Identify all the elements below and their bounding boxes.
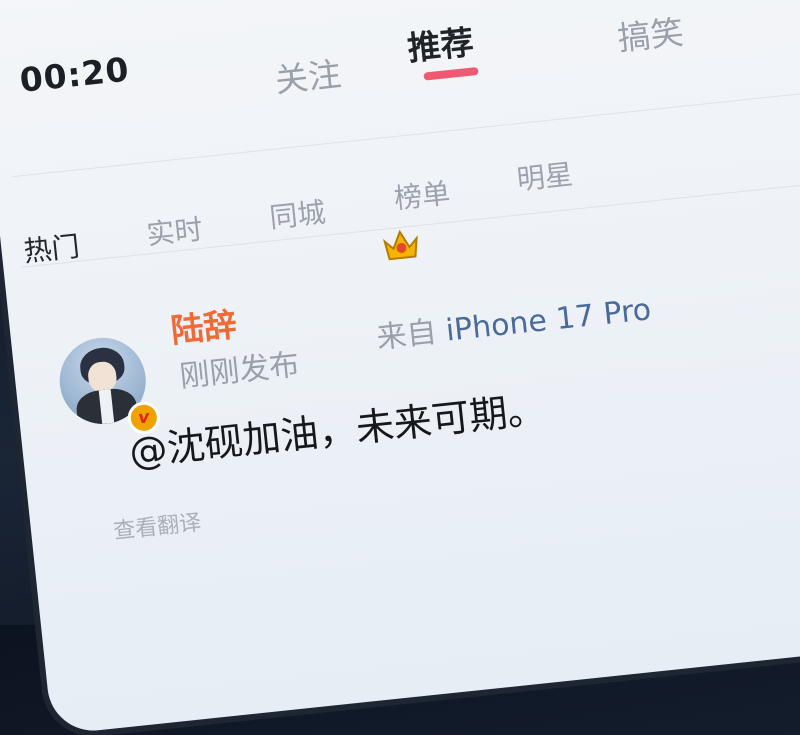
- tab-recommend[interactable]: 推荐: [405, 15, 476, 70]
- post-username[interactable]: 陆辞: [168, 298, 239, 353]
- tab-follow[interactable]: 关注: [273, 47, 344, 102]
- subtab-ranking[interactable]: 榜单: [392, 172, 452, 218]
- post-source: 来自 iPhone 17 Pro: [374, 284, 653, 357]
- tab-funny[interactable]: 搞笑: [615, 5, 686, 60]
- vip-crown-icon: [382, 229, 418, 261]
- source-prefix: 来自: [374, 314, 439, 356]
- post-card: v 陆辞 刚刚发布 来自 iPhone 17 Pro @沈砚加油，未来可期。 查…: [27, 215, 800, 703]
- menu-icon[interactable]: [767, 0, 800, 7]
- status-time: 00:20: [17, 49, 132, 100]
- subtab-hot[interactable]: 热门: [22, 225, 82, 271]
- subtab-celebrity[interactable]: 明星: [515, 153, 575, 199]
- subtab-city[interactable]: 同城: [267, 191, 327, 237]
- source-device[interactable]: iPhone 17 Pro: [444, 292, 653, 348]
- subtab-realtime[interactable]: 实时: [144, 208, 204, 254]
- main-tab-bar: 关注 推荐 搞笑: [271, 12, 685, 100]
- translate-link[interactable]: 查看翻译: [112, 504, 203, 545]
- active-tab-indicator: [423, 66, 479, 81]
